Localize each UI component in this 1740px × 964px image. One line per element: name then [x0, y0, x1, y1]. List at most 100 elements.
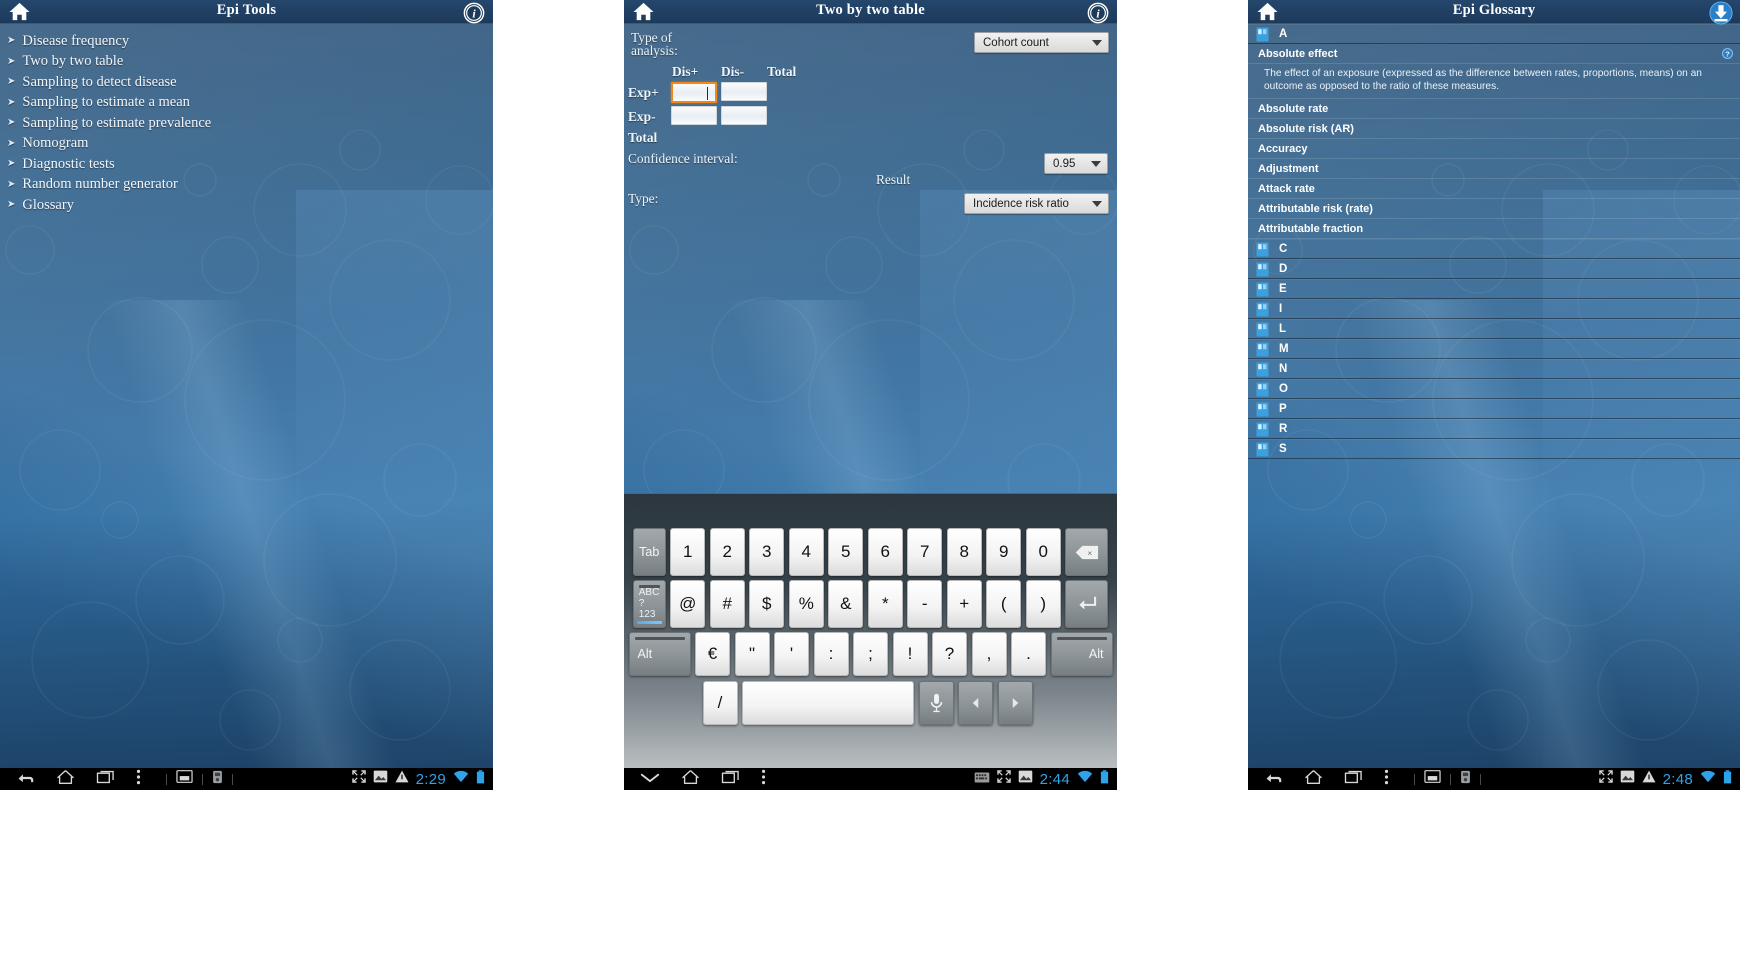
key-paren-open[interactable]: ( — [986, 580, 1022, 628]
result-type-dropdown[interactable]: Incidence risk ratio — [964, 193, 1109, 214]
menu-item-sampling-to-estimate-a-mean[interactable]: ➤ Sampling to estimate a mean — [0, 93, 493, 114]
help-icon[interactable]: ? — [1722, 48, 1733, 62]
glossary-section-d[interactable]: D — [1248, 259, 1740, 279]
key-semicolon[interactable]: ; — [853, 632, 888, 676]
home-icon[interactable] — [56, 769, 75, 790]
left-arrow-icon[interactable] — [958, 681, 993, 725]
glossary-section-e[interactable]: E — [1248, 279, 1740, 299]
key-single-quote[interactable]: ' — [774, 632, 809, 676]
cell-exp-plus-dis-plus[interactable] — [671, 82, 717, 103]
home-icon[interactable] — [1304, 769, 1323, 790]
key-ampersand[interactable]: & — [828, 580, 864, 628]
back-icon[interactable] — [16, 769, 35, 789]
wifi-icon[interactable] — [1077, 770, 1093, 788]
overflow-menu-icon[interactable] — [761, 769, 766, 790]
screenshot-icon[interactable] — [176, 770, 193, 788]
key-period[interactable]: . — [1011, 632, 1046, 676]
key-1[interactable]: 1 — [670, 528, 706, 576]
info-icon[interactable]: i — [1084, 0, 1112, 27]
recent-apps-icon[interactable] — [721, 769, 740, 790]
warning-icon[interactable] — [395, 770, 409, 788]
wifi-icon[interactable] — [453, 770, 469, 788]
glossary-section-n[interactable]: N — [1248, 359, 1740, 379]
glossary-term-accuracy[interactable]: Accuracy — [1248, 139, 1740, 159]
usb-storage-icon[interactable] — [1460, 770, 1471, 789]
key-paren-close[interactable]: ) — [1025, 580, 1061, 628]
menu-item-sampling-to-detect-disease[interactable]: ➤ Sampling to detect disease — [0, 72, 493, 93]
menu-item-diagnostic-tests[interactable]: ➤ Diagnostic tests — [0, 154, 493, 175]
key-5[interactable]: 5 — [828, 528, 864, 576]
glossary-term-attributable-risk[interactable]: Attributable risk (rate) — [1248, 199, 1740, 219]
glossary-term-absolute-rate[interactable]: Absolute rate — [1248, 99, 1740, 119]
key-asterisk[interactable]: * — [867, 580, 903, 628]
screenshot-icon[interactable] — [1424, 770, 1441, 788]
glossary-term-attack-rate[interactable]: Attack rate — [1248, 179, 1740, 199]
glossary-section-c[interactable]: C — [1248, 239, 1740, 259]
fullscreen-icon[interactable] — [996, 770, 1011, 788]
image-icon[interactable] — [1018, 770, 1033, 788]
glossary-term-absolute-risk[interactable]: Absolute risk (AR) — [1248, 119, 1740, 139]
recent-apps-icon[interactable] — [1344, 769, 1363, 790]
key-plus[interactable]: + — [946, 580, 982, 628]
key-question[interactable]: ? — [932, 632, 967, 676]
enter-icon[interactable] — [1065, 580, 1109, 628]
key-9[interactable]: 9 — [986, 528, 1022, 576]
warning-icon[interactable] — [1642, 770, 1656, 788]
glossary-term-attributable-fraction[interactable]: Attributable fraction — [1248, 219, 1740, 239]
mic-icon[interactable] — [918, 681, 954, 725]
recent-apps-icon[interactable] — [96, 769, 115, 790]
key-mode-switch[interactable]: ABC ?123 — [632, 580, 666, 628]
backspace-icon[interactable]: × — [1065, 528, 1109, 576]
confidence-interval-dropdown[interactable]: 0.95 — [1044, 153, 1108, 174]
glossary-section-l[interactable]: L — [1248, 319, 1740, 339]
battery-icon[interactable] — [1723, 769, 1732, 789]
key-percent[interactable]: % — [788, 580, 824, 628]
glossary-section-r[interactable]: R — [1248, 419, 1740, 439]
usb-storage-icon[interactable] — [212, 770, 223, 789]
glossary-term-adjustment[interactable]: Adjustment — [1248, 159, 1740, 179]
key-0[interactable]: 0 — [1025, 528, 1061, 576]
key-tab[interactable]: Tab — [632, 528, 666, 576]
analysis-type-dropdown[interactable]: Cohort count — [974, 32, 1109, 53]
menu-item-two-by-two-table[interactable]: ➤ Two by two table — [0, 52, 493, 73]
key-8[interactable]: 8 — [946, 528, 982, 576]
key-4[interactable]: 4 — [788, 528, 824, 576]
key-dollar[interactable]: $ — [749, 580, 785, 628]
battery-icon[interactable] — [476, 769, 485, 789]
image-icon[interactable] — [373, 770, 388, 788]
key-7[interactable]: 7 — [907, 528, 943, 576]
battery-icon[interactable] — [1100, 769, 1109, 789]
home-icon[interactable] — [681, 769, 700, 790]
menu-item-nomogram[interactable]: ➤ Nomogram — [0, 134, 493, 155]
fullscreen-icon[interactable] — [351, 770, 366, 788]
info-icon[interactable]: i — [460, 0, 488, 27]
cell-exp-minus-dis-plus[interactable] — [671, 106, 717, 125]
key-hash[interactable]: # — [709, 580, 745, 628]
download-icon[interactable] — [1707, 0, 1735, 27]
image-icon[interactable] — [1620, 770, 1635, 788]
key-at[interactable]: @ — [670, 580, 706, 628]
glossary-section-s[interactable]: S — [1248, 439, 1740, 459]
key-minus[interactable]: - — [907, 580, 943, 628]
key-exclamation[interactable]: ! — [892, 632, 928, 676]
glossary-term-absolute-effect[interactable]: Absolute effect ? — [1248, 44, 1740, 64]
fullscreen-icon[interactable] — [1598, 770, 1613, 788]
key-slash[interactable]: / — [702, 681, 738, 725]
glossary-section-i[interactable]: I — [1248, 299, 1740, 319]
key-6[interactable]: 6 — [867, 528, 903, 576]
glossary-section-m[interactable]: M — [1248, 339, 1740, 359]
menu-item-sampling-to-estimate-prevalence[interactable]: ➤ Sampling to estimate prevalence — [0, 113, 493, 134]
key-euro[interactable]: € — [695, 632, 730, 676]
key-double-quote[interactable]: " — [734, 632, 770, 676]
back-icon[interactable] — [1264, 769, 1283, 789]
right-arrow-icon[interactable] — [997, 681, 1033, 725]
menu-item-random-number-generator[interactable]: ➤ Random number generator — [0, 175, 493, 196]
wifi-icon[interactable] — [1700, 770, 1716, 788]
key-comma[interactable]: , — [971, 632, 1007, 676]
glossary-section-p[interactable]: P — [1248, 399, 1740, 419]
key-2[interactable]: 2 — [709, 528, 745, 576]
glossary-section-a[interactable]: A — [1248, 24, 1740, 44]
cell-exp-minus-dis-minus[interactable] — [721, 106, 767, 125]
menu-item-glossary[interactable]: ➤ Glossary — [0, 195, 493, 216]
glossary-section-o[interactable]: O — [1248, 379, 1740, 399]
